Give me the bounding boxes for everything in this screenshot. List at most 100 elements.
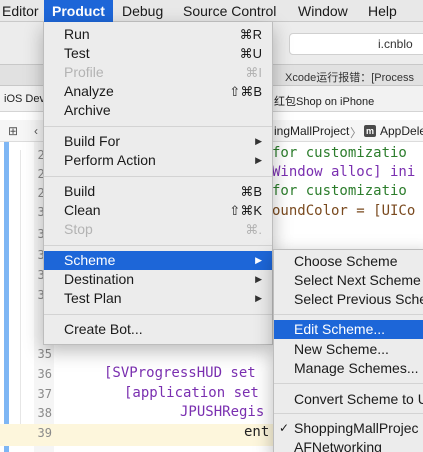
line-number: 38 (37, 406, 52, 420)
menu-source-control[interactable]: Source Control (175, 0, 284, 22)
menu-item-profile: Profile ⌘I (44, 63, 272, 82)
menu-item-label: Create Bot... (64, 321, 143, 337)
bookmark-item[interactable]: 红包Shop on iPhone (274, 93, 374, 109)
code-line: JPUSHRegis (180, 404, 265, 420)
menu-item-label: Archive (64, 102, 111, 118)
line-number: 39 (37, 426, 52, 440)
menu-item-stop: Stop ⌘. (44, 220, 272, 239)
grid-icon[interactable]: ⊞ (8, 124, 18, 138)
shortcut-label: ⌘R (239, 27, 262, 42)
menu-item-label: Profile (64, 64, 104, 80)
submenu-arrow-icon: ▶ (255, 255, 262, 265)
bookmark-item[interactable]: iOS Dev (4, 93, 45, 105)
menu-item-label: Choose Scheme (294, 253, 398, 269)
menu-item-scheme[interactable]: Scheme ▶ (44, 251, 272, 270)
divider (20, 150, 21, 440)
shortcut-label: ⇧⌘K (229, 203, 262, 218)
menu-window[interactable]: Window (290, 0, 356, 22)
scheme-submenu: Choose Scheme Select Next Scheme Select … (273, 249, 423, 452)
menu-item-analyze[interactable]: Analyze ⇧⌘B (44, 82, 272, 101)
submenu-item-scheme-shoppingmall[interactable]: ✓ ShoppingMallProjec (274, 419, 423, 438)
submenu-arrow-icon: ▶ (255, 293, 262, 303)
menu-bar: Editor Product Debug Source Control Wind… (0, 0, 423, 22)
menu-item-label: Select Previous Sche (294, 291, 423, 307)
menu-item-label: AFNetworking (294, 439, 382, 452)
menu-product[interactable]: Product (44, 0, 113, 22)
menu-separator (274, 314, 423, 315)
shortcut-label: ⌘. (245, 222, 262, 237)
menu-separator (274, 383, 423, 384)
menu-item-test-plan[interactable]: Test Plan ▶ (44, 289, 272, 308)
menu-item-build-for[interactable]: Build For ▶ (44, 132, 272, 151)
menu-item-create-bot[interactable]: Create Bot... (44, 320, 272, 339)
submenu-item-manage-schemes[interactable]: Manage Schemes... (274, 359, 423, 378)
menu-item-label: Analyze (64, 83, 114, 99)
menu-item-label: New Scheme... (294, 341, 389, 357)
menu-editor[interactable]: Editor (0, 0, 47, 22)
url-field[interactable]: i.cnblo (289, 33, 423, 55)
menu-item-label: Build For (64, 133, 121, 149)
menu-separator (44, 176, 272, 177)
shortcut-label: ⌘U (239, 46, 262, 61)
submenu-item-select-next-scheme[interactable]: Select Next Scheme (274, 271, 423, 290)
line-number: 35 (37, 347, 52, 361)
menu-item-destination[interactable]: Destination ▶ (44, 270, 272, 289)
menu-help[interactable]: Help (360, 0, 405, 22)
line-number: 37 (37, 387, 52, 401)
menu-item-label: Destination (64, 271, 135, 287)
menu-separator (44, 245, 272, 246)
url-text: i.cnblo (378, 37, 413, 51)
menu-separator (44, 314, 272, 315)
navigator-selection-bar (4, 142, 9, 452)
menu-item-label: Convert Scheme to U (294, 391, 423, 407)
browser-tab[interactable]: Xcode运行报错：[Process (285, 69, 414, 85)
code-line: for customizatio (272, 145, 407, 161)
menu-item-label: Perform Action (64, 152, 156, 168)
menu-item-label: Edit Scheme... (294, 321, 386, 337)
submenu-item-new-scheme[interactable]: New Scheme... (274, 340, 423, 359)
menu-item-label: Clean (64, 202, 101, 218)
menu-item-label: Select Next Scheme (294, 272, 421, 288)
product-menu: Run ⌘R Test ⌘U Profile ⌘I Analyze ⇧⌘B Ar… (43, 22, 273, 345)
menu-separator (44, 126, 272, 127)
submenu-arrow-icon: ▶ (255, 274, 262, 284)
menu-item-label: ShoppingMallProjec (294, 420, 419, 436)
menu-item-test[interactable]: Test ⌘U (44, 44, 272, 63)
submenu-item-select-previous-scheme[interactable]: Select Previous Sche (274, 290, 423, 309)
code-line: oundColor = [UICo (272, 203, 416, 219)
menu-debug[interactable]: Debug (114, 0, 171, 22)
menu-item-label: Stop (64, 221, 93, 237)
menu-separator (274, 413, 423, 414)
submenu-arrow-icon: ▶ (255, 155, 262, 165)
menu-item-run[interactable]: Run ⌘R (44, 25, 272, 44)
code-line: ent (244, 424, 270, 440)
checkmark-icon: ✓ (279, 421, 290, 435)
menu-item-archive[interactable]: Archive (44, 101, 272, 120)
code-line: Window alloc] ini (272, 164, 416, 180)
back-icon[interactable]: ‹ (34, 124, 38, 138)
menu-item-label: Test Plan (64, 290, 122, 306)
jump-bar-project[interactable]: ingMallProject (274, 124, 349, 138)
objc-file-icon: m (364, 125, 376, 137)
menu-item-label: Run (64, 26, 90, 42)
menu-item-label: Manage Schemes... (294, 360, 419, 376)
menu-item-clean[interactable]: Clean ⇧⌘K (44, 201, 272, 220)
submenu-item-edit-scheme[interactable]: Edit Scheme... (274, 320, 423, 339)
shortcut-label: ⌘I (245, 65, 262, 80)
jump-bar-file[interactable]: AppDele (380, 124, 423, 138)
submenu-item-choose-scheme[interactable]: Choose Scheme (274, 252, 423, 271)
code-line: [SVProgressHUD set (104, 365, 256, 381)
shortcut-label: ⌘B (240, 184, 262, 199)
menu-item-perform-action[interactable]: Perform Action ▶ (44, 151, 272, 170)
submenu-arrow-icon: ▶ (255, 136, 262, 146)
submenu-item-scheme-afnetworking[interactable]: AFNetworking (274, 438, 423, 452)
menu-item-build[interactable]: Build ⌘B (44, 182, 272, 201)
code-line: [application set (124, 385, 259, 401)
code-line: for customizatio (272, 183, 407, 199)
shortcut-label: ⇧⌘B (229, 84, 262, 99)
chevron-right-icon: 〉 (350, 126, 363, 140)
menu-item-label: Test (64, 45, 90, 61)
menu-item-label: Scheme (64, 252, 116, 268)
submenu-item-convert-scheme[interactable]: Convert Scheme to U (274, 390, 423, 409)
line-number: 36 (37, 367, 52, 381)
